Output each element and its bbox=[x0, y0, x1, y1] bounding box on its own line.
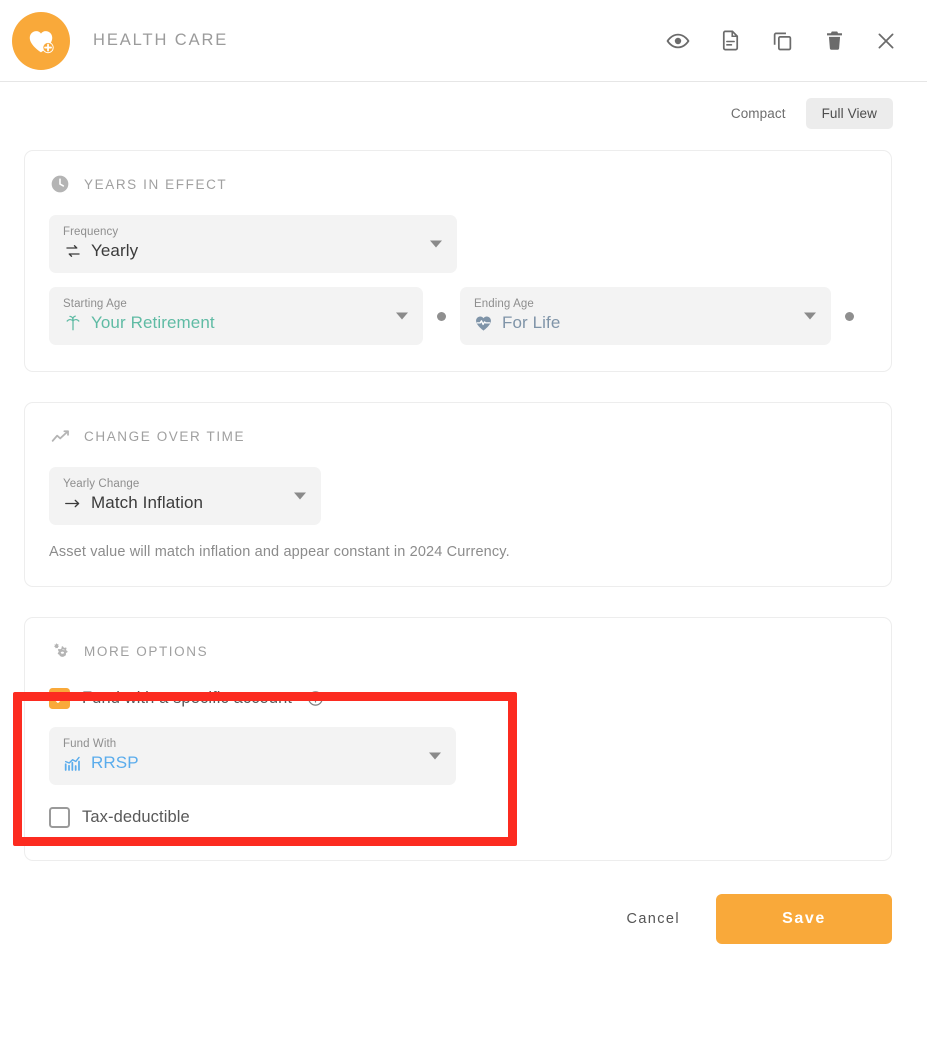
frequency-value-row: Yearly bbox=[63, 241, 443, 261]
info-icon[interactable] bbox=[307, 690, 324, 707]
fund-with-dropdown[interactable]: Fund With RRSP bbox=[49, 727, 456, 785]
section-title: CHANGE OVER TIME bbox=[84, 429, 245, 444]
yearly-change-dropdown[interactable]: Yearly Change Match Inflation bbox=[49, 467, 321, 525]
section-header-change-over-time: CHANGE OVER TIME bbox=[49, 425, 867, 447]
duplicate-icon[interactable] bbox=[769, 28, 795, 54]
tax-deductible-checkbox[interactable] bbox=[49, 807, 70, 828]
header-actions bbox=[665, 28, 899, 54]
age-range-row: Starting Age Your Retirement bbox=[49, 287, 867, 345]
heart-plus-icon bbox=[12, 12, 70, 70]
ending-age-value: For Life bbox=[502, 313, 560, 333]
fund-with-account-checkbox-row[interactable]: Fund with a specific account bbox=[49, 688, 867, 709]
note-icon[interactable] bbox=[717, 28, 743, 54]
yearly-change-value-row: Match Inflation bbox=[63, 493, 307, 513]
yearly-change-value: Match Inflation bbox=[91, 493, 203, 513]
settings-content: YEARS IN EFFECT Frequency Yearly Startin… bbox=[0, 150, 927, 944]
view-mode-toggle: Compact Full View bbox=[0, 82, 927, 129]
chevron-down-icon bbox=[294, 493, 306, 500]
frequency-value: Yearly bbox=[91, 241, 138, 261]
card-more-options: MORE OPTIONS Fund with a specific accoun… bbox=[24, 617, 892, 861]
clock-icon bbox=[49, 173, 71, 195]
ending-age-value-row: For Life bbox=[474, 313, 817, 333]
starting-age-value-row: Your Retirement bbox=[63, 313, 409, 333]
tax-deductible-label: Tax-deductible bbox=[82, 808, 190, 827]
chevron-down-icon bbox=[396, 313, 408, 320]
save-button[interactable]: Save bbox=[716, 894, 892, 944]
chevron-down-icon bbox=[430, 241, 442, 248]
account-chart-icon bbox=[63, 754, 82, 773]
fund-with-value-row: RRSP bbox=[63, 753, 442, 773]
view-option-compact[interactable]: Compact bbox=[715, 98, 802, 129]
arrow-right-icon bbox=[63, 494, 82, 513]
ending-age-dropdown[interactable]: Ending Age For Life bbox=[460, 287, 831, 345]
chevron-down-icon bbox=[804, 313, 816, 320]
tax-deductible-checkbox-row[interactable]: Tax-deductible bbox=[49, 807, 867, 828]
app-header: HEALTH CARE bbox=[0, 0, 927, 82]
change-over-time-note: Asset value will match inflation and app… bbox=[49, 544, 867, 560]
ending-age-indicator-dot bbox=[845, 312, 854, 321]
card-change-over-time: CHANGE OVER TIME Yearly Change Match Inf… bbox=[24, 402, 892, 587]
cancel-button[interactable]: Cancel bbox=[620, 901, 686, 937]
palm-tree-icon bbox=[63, 314, 82, 333]
starting-age-indicator-dot bbox=[437, 312, 446, 321]
section-title: MORE OPTIONS bbox=[84, 644, 208, 659]
repeat-icon bbox=[63, 242, 82, 261]
card-years-in-effect: YEARS IN EFFECT Frequency Yearly Startin… bbox=[24, 150, 892, 372]
visibility-icon[interactable] bbox=[665, 28, 691, 54]
starting-age-value: Your Retirement bbox=[91, 313, 215, 333]
section-header-more-options: MORE OPTIONS bbox=[49, 640, 867, 662]
heart-pulse-icon bbox=[474, 314, 493, 333]
gears-icon bbox=[49, 640, 71, 662]
frequency-dropdown[interactable]: Frequency Yearly bbox=[49, 215, 457, 273]
frequency-label: Frequency bbox=[63, 226, 443, 238]
fund-with-account-checkbox[interactable] bbox=[49, 688, 70, 709]
delete-icon[interactable] bbox=[821, 28, 847, 54]
fund-with-label: Fund With bbox=[63, 738, 442, 750]
section-header-years-in-effect: YEARS IN EFFECT bbox=[49, 173, 867, 195]
starting-age-dropdown[interactable]: Starting Age Your Retirement bbox=[49, 287, 423, 345]
chevron-down-icon bbox=[429, 753, 441, 760]
trend-line-icon bbox=[49, 425, 71, 447]
form-footer: Cancel Save bbox=[0, 861, 927, 944]
fund-with-value: RRSP bbox=[91, 753, 139, 773]
view-option-full-view[interactable]: Full View bbox=[806, 98, 893, 129]
close-icon[interactable] bbox=[873, 28, 899, 54]
fund-with-account-label: Fund with a specific account bbox=[82, 689, 292, 708]
yearly-change-label: Yearly Change bbox=[63, 478, 307, 490]
starting-age-label: Starting Age bbox=[63, 298, 409, 310]
page-title: HEALTH CARE bbox=[93, 31, 228, 50]
ending-age-label: Ending Age bbox=[474, 298, 817, 310]
section-title: YEARS IN EFFECT bbox=[84, 177, 227, 192]
